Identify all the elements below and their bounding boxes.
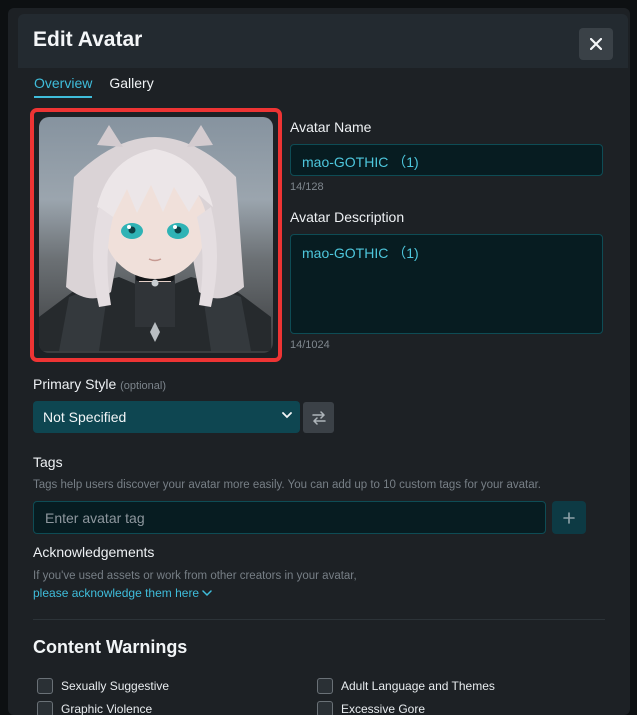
close-icon	[590, 38, 602, 50]
checkbox-box[interactable]	[317, 701, 333, 715]
checkbox-label: Adult Language and Themes	[341, 679, 495, 693]
edit-avatar-modal: Edit Avatar Overview Gallery Avatar Name…	[8, 8, 630, 715]
avatar-name-input[interactable]: mao-GOTHIC （1)	[290, 144, 603, 176]
section-divider	[33, 619, 605, 620]
avatar-description-textarea[interactable]: mao-GOTHIC （1)	[290, 234, 603, 334]
acknowledge-link[interactable]: please acknowledge them here	[33, 586, 212, 600]
modal-header: Edit Avatar	[18, 14, 628, 68]
checkbox-adult-language[interactable]: Adult Language and Themes	[317, 678, 495, 694]
tags-label: Tags	[33, 454, 63, 470]
chevron-down-icon	[202, 589, 212, 596]
primary-style-selected: Not Specified	[43, 409, 127, 425]
checkbox-box[interactable]	[317, 678, 333, 694]
swap-style-button[interactable]	[303, 402, 334, 433]
avatar-name-counter: 14/128	[290, 181, 324, 193]
checkbox-sexually-suggestive[interactable]: Sexually Suggestive	[37, 678, 169, 694]
acknowledge-link-text: please acknowledge them here	[33, 586, 200, 600]
avatar-thumbnail-frame[interactable]	[30, 108, 282, 362]
primary-style-label: Primary Style (optional)	[33, 376, 166, 392]
tag-input[interactable]: Enter avatar tag	[33, 501, 546, 534]
checkbox-label: Graphic Violence	[61, 702, 153, 715]
checkbox-box[interactable]	[37, 701, 53, 715]
tab-bar: Overview Gallery	[34, 75, 154, 98]
close-button[interactable]	[579, 28, 613, 60]
content-warnings-title: Content Warnings	[33, 637, 188, 657]
chevron-down-icon	[282, 412, 292, 419]
plus-icon	[563, 511, 575, 524]
acknowledgements-label: Acknowledgements	[33, 544, 155, 560]
checkbox-excessive-gore[interactable]: Excessive Gore	[317, 701, 425, 715]
avatar-portrait-image	[39, 125, 271, 351]
primary-style-label-text: Primary Style	[33, 376, 117, 392]
modal-title: Edit Avatar	[33, 28, 143, 51]
avatar-thumbnail[interactable]	[39, 117, 273, 353]
acknowledgements-help-text: If you've used assets or work from other…	[33, 570, 357, 582]
checkbox-label: Excessive Gore	[341, 702, 426, 715]
primary-style-select[interactable]: Not Specified	[33, 401, 300, 433]
add-tag-button[interactable]	[552, 501, 586, 534]
tab-overview[interactable]: Overview	[34, 75, 93, 98]
avatar-description-label: Avatar Description	[290, 209, 405, 225]
checkbox-box[interactable]	[37, 678, 53, 694]
swap-icon	[311, 410, 326, 425]
tab-gallery[interactable]: Gallery	[109, 75, 153, 98]
tags-help-text: Tags help users discover your avatar mor…	[33, 479, 541, 491]
avatar-name-label: Avatar Name	[290, 119, 372, 135]
checkbox-label: Sexually Suggestive	[61, 679, 170, 693]
avatar-description-counter: 14/1024	[290, 339, 330, 351]
checkbox-graphic-violence[interactable]: Graphic Violence	[37, 701, 152, 715]
optional-hint: (optional)	[120, 380, 166, 392]
